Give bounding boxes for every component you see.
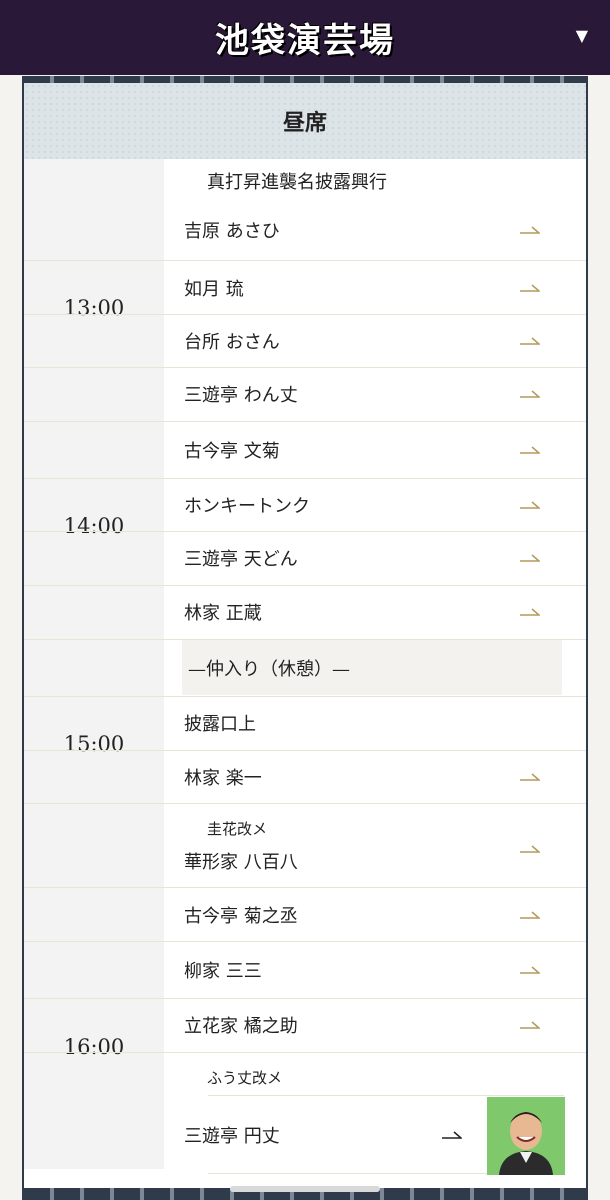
performer-name: 古今亭 菊之丞 (184, 905, 298, 927)
scroll-indicator[interactable] (230, 1186, 380, 1192)
arrow-right-icon[interactable] (442, 1130, 462, 1140)
name-change-note: ふう丈改メ (207, 1069, 283, 1087)
performer-row[interactable]: 林家 楽一 (142, 750, 562, 803)
arrow-right-icon[interactable] (520, 336, 540, 346)
intermission-row: —仲入り（休憩）— (182, 640, 562, 695)
name-change-note: 圭花改メ (207, 820, 268, 838)
performer-name: 古今亭 文菊 (184, 440, 280, 462)
performer-name: 吉原 あさひ (184, 221, 280, 242)
row-divider (208, 1095, 564, 1096)
performer-name: 林家 正蔵 (184, 603, 262, 624)
arrow-right-icon[interactable] (520, 225, 540, 235)
performer-row[interactable]: 華形家 八百八 (142, 838, 562, 884)
performer-row[interactable]: ホンキートンク (142, 478, 562, 531)
performer-row[interactable]: 古今亭 菊之丞 (142, 888, 562, 941)
arrow-right-icon[interactable] (520, 965, 540, 975)
performer-name: 華形家 八百八 (184, 852, 298, 873)
chevron-down-icon[interactable]: ▼ (576, 26, 588, 45)
performer-row[interactable]: 柳家 三三 (142, 941, 562, 998)
announcement-row: 披露口上 (142, 696, 562, 750)
performer-name: 立花家 橘之助 (184, 1016, 298, 1037)
performer-row[interactable]: 如月 琉 (142, 261, 562, 314)
performer-row[interactable]: 三遊亭 わん丈 (142, 367, 562, 421)
program-headline: 真打昇進襲名披露興行 (207, 172, 387, 193)
arrow-right-icon[interactable] (520, 607, 540, 617)
arrow-right-icon[interactable] (520, 500, 540, 510)
performer-row[interactable]: 三遊亭 天どん (142, 531, 562, 585)
section-header: 昼席 (24, 83, 586, 159)
performer-name: 三遊亭 円丈 (184, 1126, 280, 1147)
arrow-right-icon[interactable] (520, 445, 540, 455)
arrow-right-icon[interactable] (520, 910, 540, 920)
performer-row[interactable]: 古今亭 文菊 (142, 421, 562, 478)
arrow-right-icon[interactable] (520, 283, 540, 293)
row-divider (24, 1052, 586, 1053)
arrow-right-icon[interactable] (520, 553, 540, 563)
performer-name: 林家 楽一 (184, 767, 262, 789)
row-divider (24, 803, 586, 804)
performer-row[interactable]: 立花家 橘之助 (142, 998, 562, 1052)
arrow-right-icon[interactable] (520, 772, 540, 782)
arrow-right-icon[interactable] (520, 1020, 540, 1030)
performer-photo[interactable] (487, 1097, 565, 1175)
performer-name: 三遊亭 わん丈 (184, 385, 298, 406)
venue-title[interactable]: 池袋演芸場 (215, 13, 395, 62)
performer-name: 柳家 三三 (184, 960, 262, 982)
performer-row[interactable]: 吉原 あさひ (142, 207, 562, 253)
performer-row[interactable]: 林家 正蔵 (142, 585, 562, 639)
site-header: 池袋演芸場 ▼ (0, 0, 610, 75)
performer-name: 如月 琉 (184, 278, 244, 300)
performer-name: 台所 おさん (184, 331, 280, 353)
intermission-label: —仲入り（休憩）— (188, 658, 350, 680)
performer-portrait-icon (487, 1097, 565, 1175)
top-border-band (24, 76, 586, 83)
announcement-label: 披露口上 (184, 714, 256, 735)
performer-name: ホンキートンク (184, 495, 310, 517)
arrow-right-icon[interactable] (520, 844, 540, 854)
performer-name: 三遊亭 天どん (184, 549, 298, 570)
performer-row[interactable]: 三遊亭 円丈 (142, 1112, 462, 1158)
section-title: 昼席 (282, 110, 327, 136)
arrow-right-icon[interactable] (520, 389, 540, 399)
performer-row[interactable]: 台所 おさん (142, 314, 562, 367)
